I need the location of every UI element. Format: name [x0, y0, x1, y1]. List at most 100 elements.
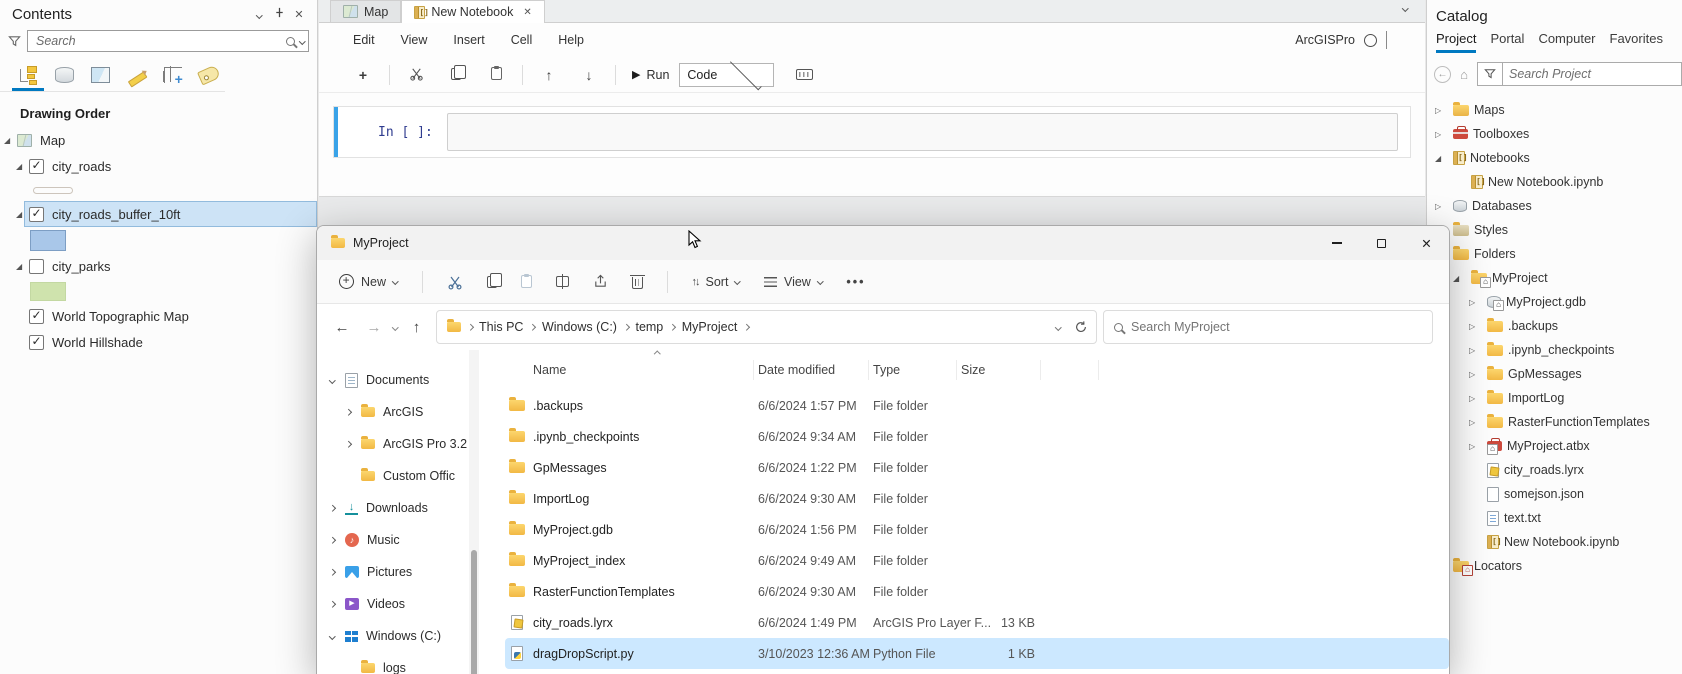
code-cell[interactable]: In [ ]: — [333, 106, 1411, 158]
chevron-down-icon[interactable] — [1401, 5, 1408, 12]
sidebar-item-windows-c[interactable]: Windows (C:) — [317, 620, 469, 652]
tree-item-new-notebook-ipynb[interactable]: New Notebook.ipynb — [1427, 530, 1682, 554]
scrollbar-thumb[interactable] — [471, 550, 477, 674]
chevron-right-icon[interactable] — [344, 440, 352, 448]
sidebar-item-documents[interactable]: Documents — [317, 364, 469, 396]
list-by-selection-button[interactable] — [84, 61, 116, 91]
cut-cell-button[interactable] — [396, 66, 436, 84]
cell-code-input[interactable] — [446, 113, 1398, 151]
chevron-right-icon[interactable] — [344, 408, 352, 416]
column-header-type[interactable]: Type — [869, 360, 957, 380]
column-header-name[interactable]: Name — [529, 360, 754, 380]
maximize-button[interactable] — [1359, 226, 1404, 260]
breadcrumb-this-pc[interactable]: This PC — [479, 320, 523, 334]
run-button[interactable]: ▶ Run — [632, 68, 669, 82]
expander-expanded-icon[interactable]: ◢ — [16, 262, 29, 271]
cell-type-select[interactable]: Code — [679, 58, 775, 91]
sort-button[interactable]: ↑↓ Sort — [692, 275, 741, 289]
explorer-search-input[interactable] — [1131, 320, 1422, 334]
catalog-search-box[interactable] — [1477, 62, 1682, 86]
expander-expanded-icon[interactable]: ◢ — [1453, 274, 1466, 283]
sidebar-item-videos[interactable]: ▶ Videos — [317, 588, 469, 620]
sidebar-item-music[interactable]: ♪ Music — [317, 524, 469, 556]
list-by-labeling-button[interactable] — [193, 61, 225, 91]
tree-item-myproject-atbx[interactable]: ▷MyProject.atbx — [1427, 434, 1682, 458]
menu-view[interactable]: View — [401, 33, 428, 47]
layer-city-roads-buffer[interactable]: ◢ city_roads_buffer_10ft — [0, 201, 317, 227]
sidebar-scrollbar[interactable] — [469, 350, 479, 674]
list-by-drawing-order-button[interactable] — [12, 61, 45, 91]
tree-item-styles[interactable]: ▷Styles — [1427, 218, 1682, 242]
more-options-button[interactable]: ••• — [846, 275, 865, 289]
move-cell-down-button[interactable]: ↓ — [569, 67, 609, 83]
sidebar-item-logs[interactable]: logs — [317, 652, 469, 674]
expander-collapsed-icon[interactable]: ▷ — [1469, 370, 1482, 379]
column-header-date[interactable]: Date modified — [754, 360, 869, 380]
view-button[interactable]: View — [763, 275, 824, 289]
tab-project[interactable]: Project — [1436, 31, 1477, 53]
expander-collapsed-icon[interactable]: ▷ — [1435, 106, 1448, 115]
tree-item-toolboxes[interactable]: ▷ Toolboxes — [1427, 122, 1682, 146]
tree-item-text-txt[interactable]: text.txt — [1427, 506, 1682, 530]
chevron-right-icon[interactable] — [328, 536, 336, 544]
copy-cell-button[interactable] — [436, 64, 476, 83]
back-button[interactable]: ← — [329, 319, 355, 336]
layer-world-topographic-map[interactable]: World Topographic Map — [0, 303, 317, 329]
new-button[interactable]: New — [339, 273, 399, 289]
tree-item-gpmessages[interactable]: ▷ GpMessages — [1427, 362, 1682, 386]
file-row[interactable]: GpMessages 6/6/2024 1:22 PM File folder — [505, 452, 1449, 483]
paste-button[interactable] — [520, 274, 532, 288]
cut-button[interactable] — [447, 274, 463, 290]
tree-item-myproject[interactable]: ◢MyProject — [1427, 266, 1682, 290]
sidebar-item-pictures[interactable]: Pictures — [317, 556, 469, 588]
expander-expanded-icon[interactable]: ◢ — [4, 136, 17, 145]
contents-search-input[interactable] — [36, 34, 281, 48]
menu-help[interactable]: Help — [558, 33, 584, 47]
sidebar-item-arcgis-pro[interactable]: ArcGIS Pro 3.2 — [317, 428, 469, 460]
breadcrumb[interactable]: This PC Windows (C:) temp MyProject — [435, 310, 1097, 344]
menu-insert[interactable]: Insert — [453, 33, 484, 47]
share-button[interactable] — [593, 274, 608, 289]
file-row[interactable]: MyProject.gdb 6/6/2024 1:56 PM File folder — [505, 514, 1449, 545]
expander-collapsed-icon[interactable]: ▷ — [1469, 418, 1482, 427]
tab-new-notebook[interactable]: New Notebook ✕ — [401, 0, 545, 23]
file-row[interactable]: RasterFunctionTemplates 6/6/2024 9:30 AM F… — [505, 576, 1449, 607]
tree-item-city-roads-lyrx[interactable]: city_roads.lyrx — [1427, 458, 1682, 482]
file-row[interactable]: ImportLog 6/6/2024 9:30 AM File folder — [505, 483, 1449, 514]
polygon-symbol-swatch[interactable] — [30, 281, 66, 301]
layer-checkbox[interactable] — [29, 206, 44, 222]
expander-collapsed-icon[interactable]: ▷ — [1435, 130, 1448, 139]
expander-collapsed-icon[interactable]: ▷ — [1469, 346, 1482, 355]
move-cell-up-button[interactable]: ↑ — [529, 67, 569, 83]
chevron-down-icon[interactable] — [249, 8, 269, 20]
chevron-down-icon[interactable] — [392, 323, 399, 331]
chevron-down-icon[interactable] — [298, 37, 305, 45]
breadcrumb-myproject[interactable]: MyProject — [682, 320, 738, 334]
layer-world-hillshade[interactable]: World Hillshade — [0, 329, 317, 355]
expander-collapsed-icon[interactable]: ▷ — [1435, 202, 1448, 211]
tree-item-folders[interactable]: ◢Folders — [1427, 242, 1682, 266]
close-button[interactable]: ✕ — [1404, 226, 1449, 260]
sidebar-item-downloads[interactable]: ↓ Downloads — [317, 492, 469, 524]
file-row[interactable]: city_roads.lyrx 6/6/2024 1:49 PM ArcGIS Pr… — [505, 607, 1449, 638]
sidebar-item-custom-office[interactable]: Custom Offic — [317, 460, 469, 492]
menu-edit[interactable]: Edit — [353, 33, 375, 47]
close-panel-icon[interactable]: ✕ — [289, 8, 309, 21]
tab-portal[interactable]: Portal — [1490, 31, 1524, 53]
file-row[interactable]: MyProject_index 6/6/2024 9:49 AM File fold… — [505, 545, 1449, 576]
catalog-search-input[interactable] — [1503, 67, 1681, 81]
layer-city-parks[interactable]: ◢ city_parks — [0, 253, 317, 279]
menu-cell[interactable]: Cell — [511, 33, 533, 47]
file-row[interactable]: .ipynb_checkpoints 6/6/2024 9:34 AM File f… — [505, 421, 1449, 452]
chevron-down-icon[interactable] — [1054, 323, 1061, 331]
file-row-selected[interactable]: dragDropScript.py 3/10/2023 12:36 AM Pytho… — [505, 638, 1449, 669]
minimize-button[interactable] — [1314, 226, 1359, 260]
tree-item-maps[interactable]: ▷ Maps — [1427, 98, 1682, 122]
layer-map[interactable]: ◢ Map — [0, 127, 317, 153]
expander-expanded-icon[interactable]: ◢ — [16, 162, 29, 171]
copy-button[interactable] — [486, 272, 502, 288]
expander-collapsed-icon[interactable]: ▷ — [1469, 298, 1482, 307]
back-icon[interactable]: ← — [1434, 65, 1451, 83]
chevron-right-icon[interactable] — [328, 568, 336, 576]
filter-icon[interactable] — [8, 35, 21, 48]
